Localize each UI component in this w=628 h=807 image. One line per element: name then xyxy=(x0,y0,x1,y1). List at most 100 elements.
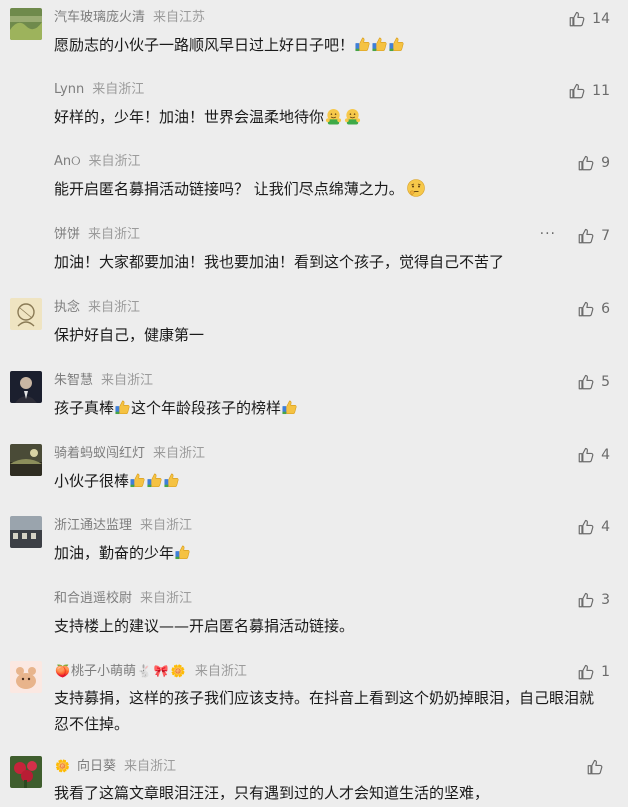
avatar[interactable] xyxy=(10,152,42,184)
peach-icon: 🍑 xyxy=(55,664,70,678)
thumbs-up-outline-icon xyxy=(577,154,595,172)
hug-emoji-icon xyxy=(344,108,361,125)
bunny-icon: 🐇 xyxy=(136,664,152,678)
like-button[interactable]: 1 xyxy=(577,662,610,682)
like-count: 1 xyxy=(601,664,610,680)
location-label: 来自浙江 xyxy=(92,82,145,97)
comment-text: 能开启匿名募捐活动链接吗？ 让我们尽点绵薄之力。 xyxy=(54,176,594,202)
avatar[interactable] xyxy=(10,298,42,330)
comment-meta: 浙江通达监理 来自浙江 xyxy=(54,517,192,535)
like-button[interactable]: 14 xyxy=(568,9,610,29)
avatar[interactable] xyxy=(10,80,42,112)
like-button[interactable]: 11 xyxy=(568,81,610,101)
comment-body: 支持募捐，这样的孩子我们应该支持。在抖音上看到这个奶奶掉眼泪，自己眼泪就忍不住掉… xyxy=(54,689,595,733)
thumbs-up-outline-icon xyxy=(577,663,595,681)
location-label: 来自浙江 xyxy=(140,591,193,606)
comment-body-cont: 这个年龄段孩子的榜样 xyxy=(131,399,282,417)
commenter-name[interactable]: 浙江通达监理 xyxy=(54,518,132,533)
avatar[interactable] xyxy=(10,756,42,788)
comment-meta: An୦ 来自浙江 xyxy=(54,153,141,171)
thumbs-up-outline-icon xyxy=(586,758,604,776)
comment-body: 加油，勤奋的少年 xyxy=(54,544,175,562)
thumbs-up-outline-icon xyxy=(577,373,595,391)
location-label: 来自浙江 xyxy=(88,154,141,169)
commenter-name[interactable]: 朱智慧 xyxy=(54,373,93,388)
thumbs-up-emoji-icon xyxy=(355,36,370,52)
commenter-name[interactable]: 执念 xyxy=(54,300,80,315)
like-button[interactable]: 3 xyxy=(577,590,610,610)
comment-body: 好样的，少年！加油！世界会温柔地待你 xyxy=(54,108,325,126)
thumbs-up-outline-icon xyxy=(568,10,586,28)
comment-text: 小伙子很棒 xyxy=(54,468,594,494)
like-button[interactable]: 7 xyxy=(577,226,610,246)
avatar[interactable] xyxy=(10,371,42,403)
location-label: 来自浙江 xyxy=(140,518,193,533)
like-count: 11 xyxy=(592,83,610,99)
avatar[interactable] xyxy=(10,8,42,40)
comment-text: 好样的，少年！加油！世界会温柔地待你 xyxy=(54,104,594,130)
thumbs-up-outline-icon xyxy=(577,227,595,245)
location-label: 来自江苏 xyxy=(153,10,206,25)
thumbs-up-outline-icon xyxy=(577,591,595,609)
comment-meta: Lynn 来自浙江 xyxy=(54,81,144,99)
more-options-button[interactable]: ··· xyxy=(540,227,556,241)
location-label: 来自浙江 xyxy=(153,446,206,461)
commenter-name[interactable]: 饼饼 xyxy=(54,227,80,242)
like-count: 5 xyxy=(601,374,610,390)
thumbs-up-emoji-icon xyxy=(147,472,162,488)
like-count: 4 xyxy=(601,447,610,463)
comment-meta: 🍑桃子小萌萌🐇 🎀 🌼 来自浙江 xyxy=(54,662,247,680)
like-count: 3 xyxy=(601,592,610,608)
comment-body: 愿励志的小伙子一路顺风早日过上好日子吧！ xyxy=(54,36,355,54)
commenter-name[interactable]: Lynn xyxy=(54,82,84,97)
like-button[interactable]: 5 xyxy=(577,372,610,392)
comment-text: 愿励志的小伙子一路顺风早日过上好日子吧！ xyxy=(54,32,594,58)
flower-icon: 🌼 xyxy=(170,664,186,678)
comment-body: 小伙子很棒 xyxy=(54,472,130,490)
comment-text: 加油！大家都要加油！我也要加油！看到这个孩子，觉得自己不苦了 xyxy=(54,249,594,275)
commenter-name[interactable]: 桃子小萌萌 xyxy=(71,664,136,679)
thumbs-up-outline-icon xyxy=(577,518,595,536)
like-button[interactable] xyxy=(586,757,610,777)
thumbs-up-emoji-icon xyxy=(282,399,297,415)
comment-meta: 和合逍遥校尉 来自浙江 xyxy=(54,590,192,608)
location-label: 来自浙江 xyxy=(101,373,154,388)
thumbs-up-emoji-icon xyxy=(130,472,145,488)
location-label: 来自浙江 xyxy=(88,300,141,315)
like-button[interactable]: 9 xyxy=(577,153,610,173)
location-label: 来自浙江 xyxy=(194,664,247,679)
like-button[interactable]: 4 xyxy=(577,445,610,465)
like-button[interactable]: 6 xyxy=(577,299,610,319)
comment-meta: 饼饼 来自浙江 xyxy=(54,226,140,244)
like-count: 4 xyxy=(601,519,610,535)
comment-text: 支持募捐，这样的孩子我们应该支持。在抖音上看到这个奶奶掉眼泪，自己眼泪就忍不住掉… xyxy=(54,685,594,737)
comment-body: 加油！大家都要加油！我也要加油！看到这个孩子，觉得自己不苦了 xyxy=(54,253,505,271)
thumbs-up-outline-icon xyxy=(577,300,595,318)
avatar[interactable] xyxy=(10,589,42,621)
comment-meta: 🌼 向日葵 来自浙江 xyxy=(54,757,176,775)
comment-body: 支持楼上的建议——开启匿名募捐活动链接。 xyxy=(54,617,355,635)
avatar[interactable] xyxy=(10,444,42,476)
ribbon-icon: 🎀 xyxy=(153,664,169,678)
comment-body: 保护好自己，健康第一 xyxy=(54,326,205,344)
commenter-name[interactable]: 向日葵 xyxy=(77,759,116,774)
thumbs-up-emoji-icon xyxy=(115,399,130,415)
commenter-name[interactable]: 汽车玻璃庞火清 xyxy=(54,10,145,25)
avatar[interactable] xyxy=(10,516,42,548)
avatar[interactable] xyxy=(10,661,42,693)
commenter-name[interactable]: An୦ xyxy=(54,154,81,169)
comment-text: 孩子真棒 这个年龄段孩子的榜样 xyxy=(54,395,594,421)
like-button[interactable]: 4 xyxy=(577,517,610,537)
like-count: 14 xyxy=(592,11,610,27)
like-count: 7 xyxy=(601,228,610,244)
location-label: 来自浙江 xyxy=(123,759,176,774)
avatar[interactable] xyxy=(10,225,42,257)
thumbs-up-outline-icon xyxy=(568,82,586,100)
comment-text: 保护好自己，健康第一 xyxy=(54,322,594,348)
hug-emoji-icon xyxy=(325,108,342,125)
commenter-name[interactable]: 骑着蚂蚁闯红灯 xyxy=(54,446,145,461)
comment-meta: 朱智慧 来自浙江 xyxy=(54,372,153,390)
thumbs-up-outline-icon xyxy=(577,446,595,464)
commenter-name[interactable]: 和合逍遥校尉 xyxy=(54,591,132,606)
like-count: 6 xyxy=(601,301,610,317)
